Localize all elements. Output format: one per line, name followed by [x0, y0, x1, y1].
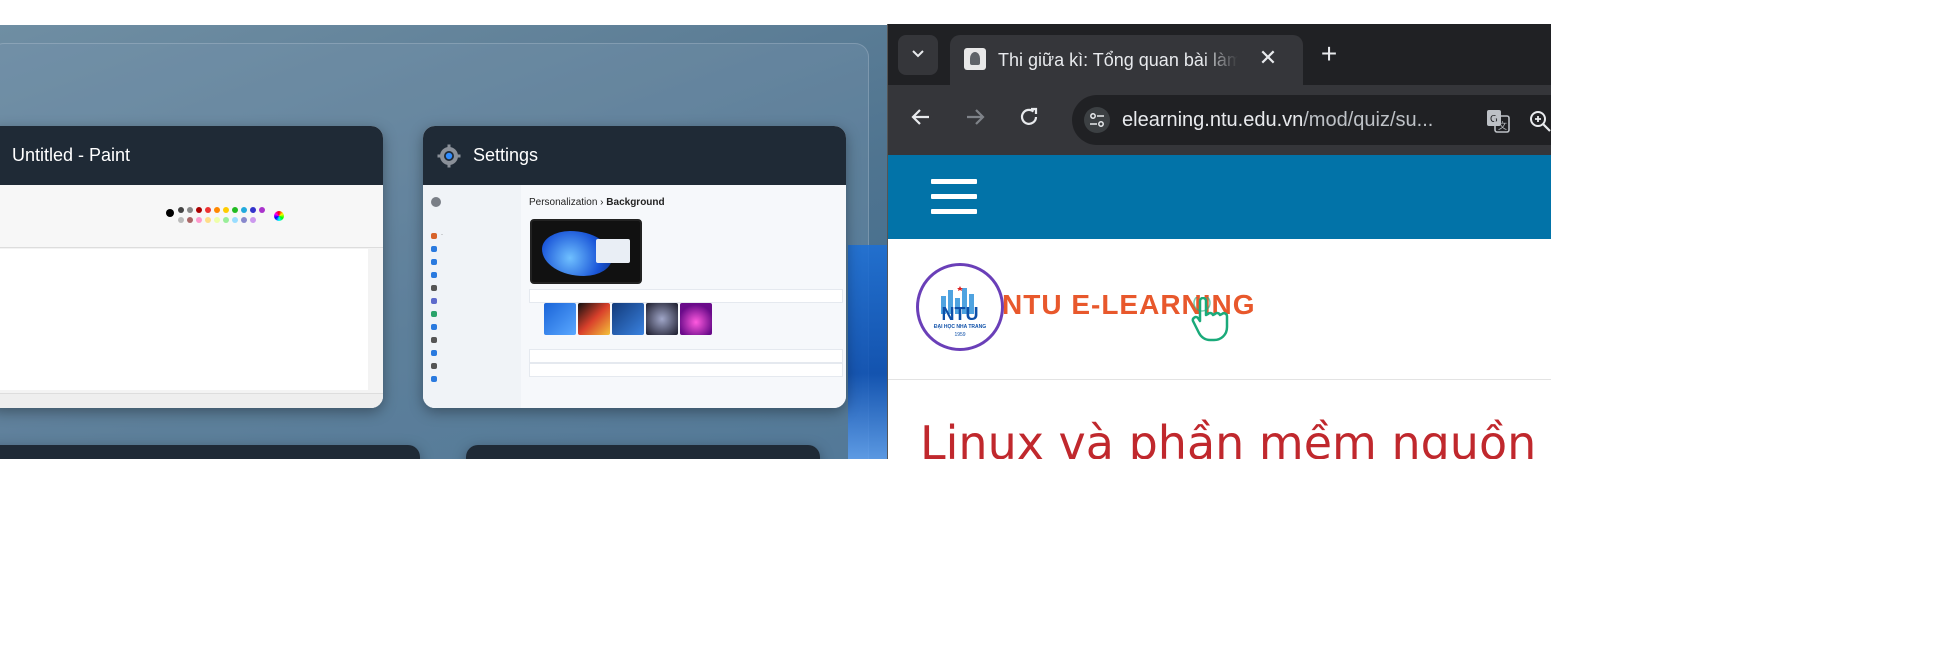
reload-icon [1018, 106, 1040, 133]
recent-image [578, 303, 610, 335]
thumbnail-titlebar: Settings [423, 126, 846, 185]
settings-preview: · Personalization › Background [423, 185, 846, 408]
translate-icon[interactable]: G文 [1484, 107, 1512, 135]
new-tab-button[interactable]: + [1313, 39, 1345, 71]
recent-image [612, 303, 644, 335]
background-preview [530, 219, 642, 284]
hamburger-icon[interactable] [931, 179, 977, 215]
zoom-icon[interactable] [1526, 107, 1551, 135]
svg-text:文: 文 [1498, 120, 1507, 132]
pointer-hand-icon [1190, 294, 1234, 343]
course-title: Linux và phần mềm nguồn mở [920, 416, 1551, 459]
window-thumbnail-settings[interactable]: Settings · Personalization › Background [423, 126, 846, 408]
address-bar[interactable]: elearning.ntu.edu.vn/mod/quiz/su... G文 [1072, 95, 1551, 145]
reload-button[interactable] [1013, 103, 1045, 135]
window-thumbnail[interactable] [466, 445, 820, 459]
window-thumbnail[interactable] [0, 445, 420, 459]
settings-window-title: Settings [473, 145, 539, 165]
wallpaper-edge [848, 245, 888, 459]
tab-search-button[interactable] [898, 35, 938, 75]
browser-window: Thi giữa kì: Tổng quan bài làm thử ✕ + e… [887, 24, 1551, 459]
paint-window-title: Untitled - Paint [12, 145, 131, 165]
paint-preview [0, 185, 383, 408]
recent-image [544, 303, 576, 335]
chevron-down-icon [910, 45, 926, 66]
address-text[interactable]: elearning.ntu.edu.vn/mod/quiz/su... [1122, 109, 1433, 132]
ntu-logo[interactable]: NTU ĐẠI HỌC NHA TRANG 1959 [916, 263, 1004, 351]
settings-sidebar: · [423, 185, 521, 408]
settings-row [529, 349, 843, 363]
site-info-icon[interactable] [1084, 107, 1110, 133]
recent-image [646, 303, 678, 335]
arrow-right-icon [964, 106, 986, 133]
window-thumbnail-paint[interactable]: Untitled - Paint [0, 126, 383, 408]
paint-canvas [0, 249, 368, 390]
recent-image [680, 303, 712, 335]
thumbnail-titlebar: Untitled - Paint [0, 126, 383, 185]
tab-active[interactable]: Thi giữa kì: Tổng quan bài làm thử ✕ [950, 35, 1303, 85]
settings-breadcrumb: Personalization › Background [529, 197, 665, 208]
tab-title: Thi giữa kì: Tổng quan bài làm thử [998, 50, 1238, 70]
settings-row [529, 289, 843, 303]
site-logo-area: NTU ĐẠI HỌC NHA TRANG 1959 NTU E-LEARNIN… [888, 239, 1551, 380]
quiz-favicon-icon [964, 48, 986, 70]
site-header [888, 155, 1551, 239]
settings-row [529, 363, 843, 377]
tab-strip: Thi giữa kì: Tổng quan bài làm thử ✕ + [888, 24, 1551, 85]
gear-icon [437, 144, 461, 168]
browser-toolbar: elearning.ntu.edu.vn/mod/quiz/su... G文 [888, 85, 1551, 155]
close-tab-button[interactable]: ✕ [1255, 45, 1281, 71]
arrow-left-icon [910, 106, 932, 133]
paint-ribbon [0, 185, 383, 248]
paint-statusbar [0, 393, 383, 408]
forward-button[interactable] [959, 103, 991, 135]
snap-assist-panel: Untitled - Paint Settings · Personalizat… [0, 25, 888, 459]
back-button[interactable] [905, 103, 937, 135]
